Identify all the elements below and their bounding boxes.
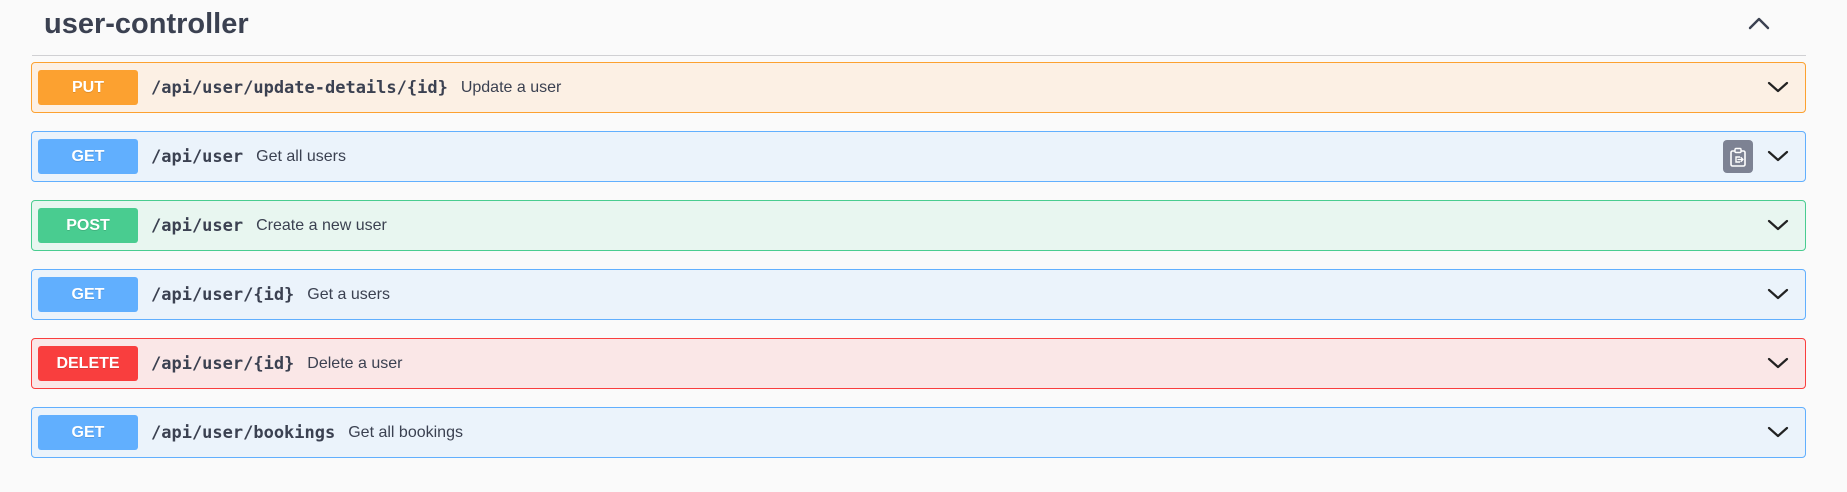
operation-post-user[interactable]: POST /api/user Create a new user	[31, 200, 1806, 251]
method-badge: POST	[38, 208, 138, 243]
chevron-down-icon	[1767, 219, 1789, 231]
operation-path[interactable]: /api/user/bookings	[151, 423, 335, 443]
operation-summary: Create a new user	[256, 216, 387, 234]
chevron-down-icon	[1767, 426, 1789, 438]
operations-list: PUT /api/user/update-details/{id} Update…	[31, 62, 1806, 458]
expand-operation-button[interactable]	[1765, 144, 1791, 168]
operation-summary: Delete a user	[307, 354, 403, 372]
expand-operation-button[interactable]	[1765, 213, 1791, 237]
operation-summary: Get all bookings	[348, 423, 463, 441]
method-badge: PUT	[38, 70, 138, 105]
collapse-section-button[interactable]	[1744, 10, 1774, 36]
operation-delete-user[interactable]: DELETE /api/user/{id} Delete a user	[31, 338, 1806, 389]
operation-path[interactable]: /api/user/{id}	[151, 354, 294, 374]
copy-path-button[interactable]	[1723, 140, 1753, 173]
method-badge: GET	[38, 277, 138, 312]
chevron-down-icon	[1767, 150, 1789, 162]
operation-get-user-by-id[interactable]: GET /api/user/{id} Get a users	[31, 269, 1806, 320]
copy-to-clipboard-icon	[1730, 147, 1746, 167]
operation-summary: Update a user	[460, 78, 562, 96]
chevron-down-icon	[1767, 357, 1789, 369]
operation-put-update-details[interactable]: PUT /api/user/update-details/{id} Update…	[31, 62, 1806, 113]
method-badge: GET	[38, 139, 138, 174]
method-badge: DELETE	[38, 346, 138, 381]
chevron-down-icon	[1767, 288, 1789, 300]
method-badge: GET	[38, 415, 138, 450]
operation-get-users[interactable]: GET /api/user Get all users	[31, 131, 1806, 182]
operation-path[interactable]: /api/user/update-details/{id}	[151, 78, 448, 98]
chevron-down-icon	[1767, 81, 1789, 93]
section-title[interactable]: user-controller	[44, 6, 249, 42]
expand-operation-button[interactable]	[1765, 351, 1791, 375]
expand-operation-button[interactable]	[1765, 75, 1791, 99]
operation-path[interactable]: /api/user	[151, 216, 243, 236]
operation-path[interactable]: /api/user/{id}	[151, 285, 294, 305]
expand-operation-button[interactable]	[1765, 420, 1791, 444]
operation-path[interactable]: /api/user	[151, 147, 243, 167]
expand-operation-button[interactable]	[1765, 282, 1791, 306]
chevron-up-icon	[1748, 17, 1770, 30]
operation-summary: Get a users	[307, 285, 390, 303]
section-header[interactable]: user-controller	[32, 0, 1806, 56]
operation-summary: Get all users	[256, 147, 346, 165]
operation-get-bookings[interactable]: GET /api/user/bookings Get all bookings	[31, 407, 1806, 458]
